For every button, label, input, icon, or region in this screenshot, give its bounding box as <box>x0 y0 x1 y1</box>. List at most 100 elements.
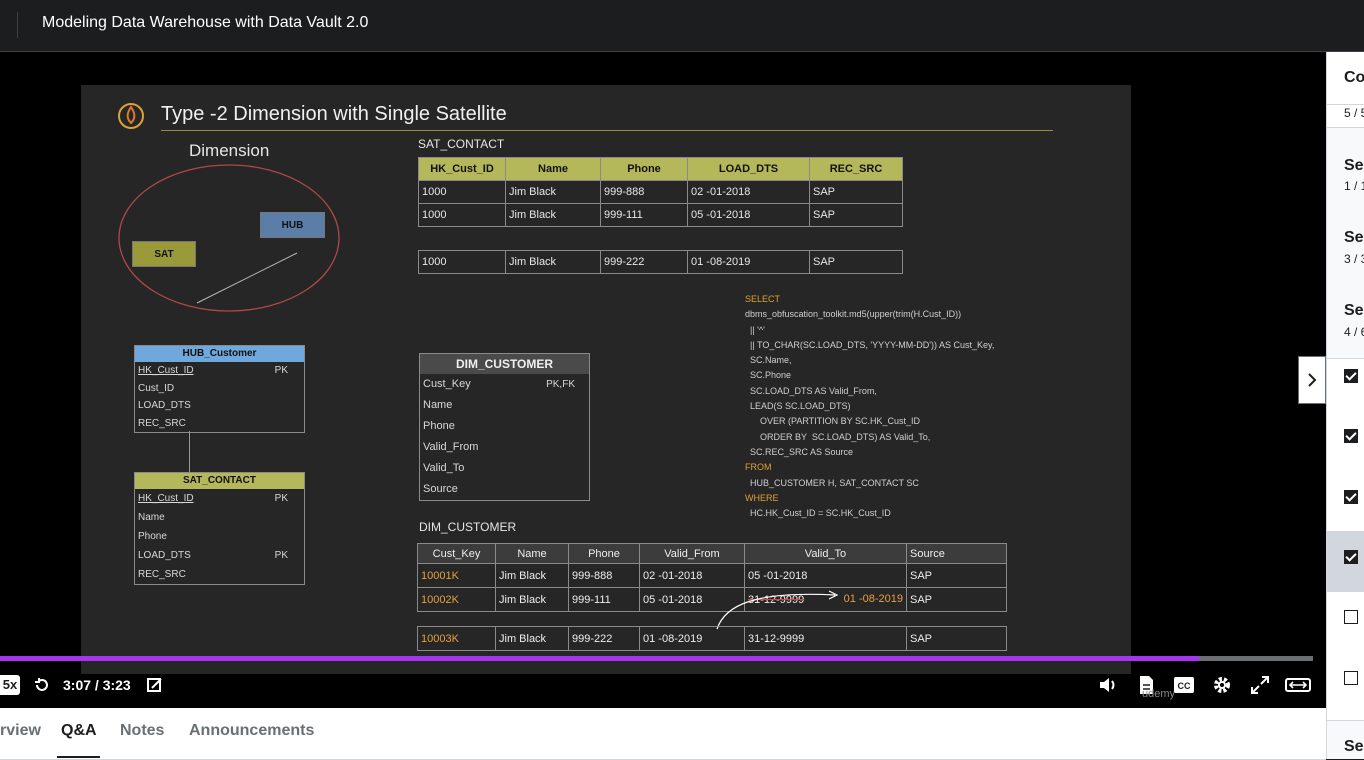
lecture-tabs: rview Q&A Notes Announcements <box>0 708 1326 760</box>
video-frame[interactable]: Type -2 Dimension with Single Satellite … <box>23 52 1189 674</box>
entity-field: Cust_Key PK,FK <box>420 374 589 395</box>
field-name: Cust_Key <box>423 378 471 390</box>
video-player[interactable]: Type -2 Dimension with Single Satellite … <box>0 52 1326 708</box>
sidebar-title-count: 5 / 5 <box>1344 106 1364 120</box>
entity-field: HK_Cust_ID PK <box>135 362 304 380</box>
table-row: 1000 Jim Black 999-111 05 -01-2018 SAP <box>418 203 903 227</box>
field-name: REC_SRC <box>138 417 186 429</box>
table-cell: 10001K <box>417 563 496 588</box>
sidebar-title: Co <box>1344 69 1364 86</box>
column-header: Source <box>906 543 1007 564</box>
speed-button[interactable]: 5x <box>0 675 20 695</box>
entity-field: Phone <box>420 416 589 437</box>
entity-title: HUB_Customer <box>135 346 304 362</box>
lecture-checkbox[interactable] <box>1344 550 1358 564</box>
tab-overview[interactable]: rview <box>0 722 41 740</box>
field-name: REC_SRC <box>138 569 186 580</box>
expand-width-icon[interactable] <box>1285 676 1311 694</box>
column-header: Phone <box>568 543 640 564</box>
note-icon[interactable] <box>146 676 164 694</box>
section-count: 4 / 6 <box>1344 325 1364 339</box>
new-valid-to: 01 -08-2019 <box>843 593 903 605</box>
settings-gear-icon[interactable] <box>1212 675 1232 695</box>
entity-field: Phone <box>135 527 304 546</box>
course-title[interactable]: Modeling Data Warehouse with Data Vault … <box>42 14 368 32</box>
sql-line: SC.Name, <box>745 355 792 366</box>
entity-field: Name <box>135 508 304 527</box>
sql-line: || '^' <box>745 324 765 335</box>
column-header: Name <box>495 543 569 564</box>
column-header: Cust_Key <box>417 543 496 564</box>
sat-contact-caption: SAT_CONTACT <box>418 137 505 151</box>
sql-keyword: FROM <box>745 462 772 473</box>
table-cell: 999-222 <box>568 626 640 651</box>
slide-title: Type -2 Dimension with Single Satellite <box>161 103 507 125</box>
section-header[interactable]: Sec <box>1327 720 1364 759</box>
entity-field: LOAD_DTS PK <box>135 546 304 565</box>
lecture-checkbox[interactable] <box>1344 429 1358 443</box>
entity-field: Valid_To <box>420 458 589 479</box>
hub-label: HUB <box>281 220 304 231</box>
entity-field: HK_Cust_ID PK <box>135 489 304 508</box>
lecture-checkbox[interactable] <box>1344 671 1358 685</box>
section-header[interactable]: Sec 1 / 1 <box>1327 127 1364 214</box>
tab-notes[interactable]: Notes <box>120 722 164 740</box>
table-row: 10001K Jim Black 999-888 02 -01-2018 05 … <box>417 563 1007 588</box>
field-name: Phone <box>423 420 455 432</box>
sql-line: HUB_CUSTOMER H, SAT_CONTACT SC <box>745 477 919 488</box>
sidebar-toggle-button[interactable] <box>1298 356 1326 404</box>
column-header: REC_SRC <box>809 157 903 181</box>
entity-field: Valid_From <box>420 437 589 458</box>
table-cell: 1000 <box>418 180 506 204</box>
lecture-checkbox[interactable] <box>1344 490 1358 504</box>
tab-announcements[interactable]: Announcements <box>189 722 314 740</box>
lecture-checkbox[interactable] <box>1344 369 1358 383</box>
section-header[interactable]: Sec 3 / 3 <box>1327 212 1364 286</box>
fullscreen-icon[interactable] <box>1250 675 1270 695</box>
table-cell: Jim Black <box>495 626 569 651</box>
field-name: Valid_To <box>423 462 465 474</box>
update-arrow-icon <box>716 590 839 630</box>
volume-icon[interactable] <box>1098 676 1118 694</box>
table-cell: SAP <box>809 250 903 274</box>
field-name: Phone <box>138 531 167 542</box>
table-cell: 05 -01-2018 <box>744 563 907 588</box>
entity-field: Name <box>420 395 589 416</box>
section-title: Sec <box>1344 157 1364 174</box>
dim-customer-entity: DIM_CUSTOMER Cust_Key PK,FK Name Phone Va… <box>419 353 590 501</box>
sat-box: SAT <box>132 241 196 267</box>
section-title: Sec <box>1344 302 1364 319</box>
table-cell: 999-222 <box>600 250 688 274</box>
sql-code-block: SELECT dbms_obfuscation_toolkit.md5(uppe… <box>745 292 994 521</box>
table-header-row: HK_Cust_ID Name Phone LOAD_DTS REC_SRC <box>418 157 903 181</box>
udemy-watermark: udemy <box>1142 688 1176 700</box>
field-key: PK,FK <box>546 379 575 390</box>
column-header: Valid_From <box>639 543 745 564</box>
field-key: PK <box>274 493 288 504</box>
rewind-icon[interactable] <box>33 676 51 694</box>
dimension-label: Dimension <box>189 141 270 160</box>
table-cell: 10003K <box>417 626 496 651</box>
field-name: HK_Cust_ID <box>138 365 194 376</box>
time-display: 3:07 / 3:23 <box>63 677 131 693</box>
sql-line: || TO_CHAR(SC.LOAD_DTS, 'YYYY-MM-DD')) A… <box>745 339 995 350</box>
speed-label: 5x <box>2 677 18 692</box>
column-header: HK_Cust_ID <box>418 157 506 181</box>
section-title: Sec <box>1344 738 1364 755</box>
field-name: LOAD_DTS <box>138 550 191 561</box>
sql-keyword: SELECT <box>745 294 781 304</box>
table-cell: SAP <box>906 563 1007 588</box>
section-header[interactable]: Sec 4 / 6 <box>1327 285 1364 359</box>
column-header: Name <box>505 157 601 181</box>
tab-qa[interactable]: Q&A <box>61 722 97 740</box>
table-cell: 1000 <box>418 250 506 274</box>
table-cell: SAP <box>906 587 1007 612</box>
captions-icon[interactable]: CC <box>1173 676 1195 694</box>
table-row: 10003K Jim Black 999-222 01 -08-2019 31-… <box>417 626 1007 651</box>
table-cell: 02 -01-2018 <box>687 180 810 204</box>
sat-contact-table: HK_Cust_ID Name Phone LOAD_DTS REC_SRC 1… <box>418 157 903 227</box>
lecture-checkbox[interactable] <box>1344 610 1358 624</box>
entity-title: DIM_CUSTOMER <box>420 354 589 374</box>
table-cell: SAP <box>809 203 903 227</box>
entity-field: LOAD_DTS <box>135 397 304 415</box>
